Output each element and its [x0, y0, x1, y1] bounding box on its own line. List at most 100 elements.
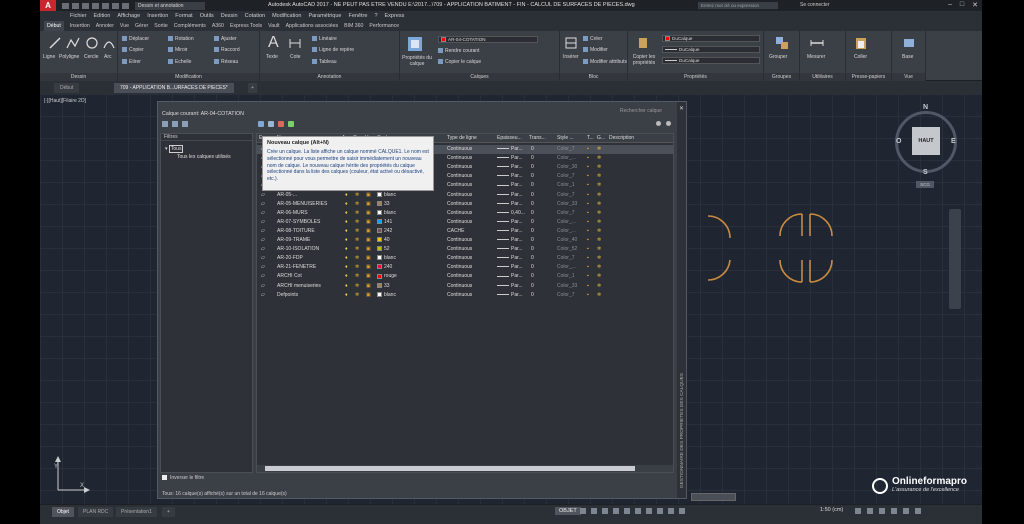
- layer-plot-style[interactable]: Color_7: [557, 255, 575, 261]
- layer-transparency[interactable]: 0: [531, 273, 534, 279]
- menu-parametrique[interactable]: Paramétrique: [308, 13, 341, 19]
- viewcube-face[interactable]: HAUT: [912, 127, 940, 155]
- layer-plot-style[interactable]: Color_7: [557, 173, 575, 179]
- group-icon[interactable]: [775, 36, 789, 50]
- menu-aide[interactable]: ?: [374, 13, 377, 19]
- menu-format[interactable]: Format: [175, 13, 192, 19]
- compass-north[interactable]: N: [923, 104, 928, 111]
- snap-icon[interactable]: [591, 508, 597, 514]
- layer-row[interactable]: ▱ AR-21-FENETRE ♦ ✲ ▣ 240 Continuous Par... 0 Col…: [257, 263, 673, 272]
- cercle-label[interactable]: Cercle: [84, 54, 98, 60]
- layer-row[interactable]: ▱ AR-07-SYMBOLES ♦ ✲ ▣ 141 Continuous Par... 0 Co…: [257, 218, 673, 227]
- layer-lineweight[interactable]: Par...: [497, 273, 523, 279]
- layer-linetype[interactable]: Continuous: [447, 164, 472, 170]
- column-header[interactable]: Description: [609, 135, 634, 141]
- search-input[interactable]: Entrez mot clé ou expression: [698, 2, 778, 9]
- deplacer-tool[interactable]: Déplacer: [122, 36, 149, 42]
- tab-vault[interactable]: Vault: [268, 23, 279, 29]
- copier-tool[interactable]: Copier: [122, 47, 144, 53]
- layer-transparency[interactable]: 0: [531, 246, 534, 252]
- layer-name[interactable]: ARCHI menuiseries: [277, 283, 321, 289]
- plot-icon[interactable]: ▪: [587, 292, 589, 298]
- freeze-sun-icon[interactable]: ✲: [355, 292, 359, 298]
- autocad-logo-icon[interactable]: A: [40, 0, 56, 11]
- menu-fichier[interactable]: Fichier: [70, 13, 87, 19]
- copier-calque-tool[interactable]: Copier le calque: [438, 59, 481, 65]
- layer-states-icon[interactable]: [182, 121, 188, 127]
- layer-transparency[interactable]: 0: [531, 255, 534, 261]
- freeze-sun-icon[interactable]: ✲: [355, 192, 359, 198]
- layer-transparency[interactable]: 0: [531, 210, 534, 216]
- layer-lineweight[interactable]: Par...: [497, 246, 523, 252]
- freeze-sun-icon[interactable]: ✲: [355, 228, 359, 234]
- palette-titlebar[interactable]: ✕ GESTIONNAIRE DES PROPRIETES DES CALQUE…: [677, 102, 686, 498]
- ortho-icon[interactable]: [602, 508, 608, 514]
- layer-color[interactable]: 40: [377, 237, 390, 243]
- new-tab-button[interactable]: +: [248, 83, 257, 93]
- layer-name[interactable]: AR-05-...: [277, 192, 297, 198]
- layer-row[interactable]: ▱ ARCHI Cot ♦ ✲ ▣ rouge Continuous Par... 0 Color…: [257, 272, 673, 281]
- layer-lineweight[interactable]: Par...: [497, 201, 523, 207]
- plot-icon[interactable]: ▪: [587, 182, 589, 188]
- freeze-sun-icon[interactable]: ✲: [355, 283, 359, 289]
- freeze-sun-icon[interactable]: ✲: [355, 219, 359, 225]
- layer-lineweight[interactable]: Par...: [497, 292, 523, 298]
- layer-plot-style[interactable]: Color_1: [557, 273, 575, 279]
- layer-plot-style[interactable]: Color_33: [557, 201, 577, 207]
- layer-name[interactable]: AR-20-FDP: [277, 255, 303, 261]
- new-vp-freeze-icon[interactable]: ✲: [597, 173, 601, 179]
- layer-color[interactable]: 141: [377, 219, 392, 225]
- column-header[interactable]: Trans...: [529, 135, 546, 141]
- layer-row[interactable]: ▱ AR-05-MENUISERIES ♦ ✲ ▣ 33 Continuous Par... 0…: [257, 200, 673, 209]
- layer-lineweight[interactable]: Par...: [497, 219, 523, 225]
- layer-list-scrollbar[interactable]: [257, 465, 673, 472]
- annotation-scale[interactable]: 1:50 (cm): [820, 507, 843, 513]
- layer-lineweight[interactable]: 0,40...: [497, 210, 525, 216]
- line-icon[interactable]: [48, 36, 62, 50]
- linetype-dropdown[interactable]: DuCalque: [662, 57, 760, 64]
- polyligne-label[interactable]: Polyligne: [59, 54, 79, 60]
- layer-name[interactable]: AR-10-ISOLATION: [277, 246, 319, 252]
- compass-east[interactable]: E: [951, 138, 956, 145]
- panel-dessin-title[interactable]: Dessin: [40, 73, 117, 81]
- units-icon[interactable]: [867, 508, 873, 514]
- grid-icon[interactable]: [580, 508, 586, 514]
- print-icon[interactable]: [102, 2, 109, 9]
- polar-icon[interactable]: [613, 508, 619, 514]
- tab-insertion[interactable]: Insertion: [70, 23, 90, 29]
- layer-linetype[interactable]: Continuous: [447, 264, 472, 270]
- layer-linetype[interactable]: Continuous: [447, 219, 472, 225]
- new-vp-freeze-icon[interactable]: ✲: [597, 164, 601, 170]
- isolate-icon[interactable]: [879, 508, 885, 514]
- annotation-icon[interactable]: [679, 508, 685, 514]
- layer-status-icon[interactable]: ▱: [261, 201, 265, 207]
- tab-bim360[interactable]: BIM 360: [344, 23, 363, 29]
- column-header[interactable]: T...: [587, 135, 594, 141]
- layer-plot-style[interactable]: Color_7: [557, 292, 575, 298]
- layer-plot-style[interactable]: Color_1: [557, 182, 575, 188]
- menu-outils[interactable]: Outils: [200, 13, 214, 19]
- match-properties-icon[interactable]: [636, 36, 650, 50]
- panel-modification-title[interactable]: Modification: [118, 73, 259, 81]
- layer-transparency[interactable]: 0: [531, 155, 534, 161]
- lock-icon[interactable]: ▣: [366, 237, 371, 243]
- tab-plan-rdc[interactable]: PLAN RDC: [78, 507, 114, 517]
- coller-label[interactable]: Coller: [854, 54, 867, 60]
- insert-block-icon[interactable]: [564, 36, 578, 50]
- tab-debut[interactable]: Début: [44, 21, 64, 31]
- lightbulb-icon[interactable]: ♦: [345, 264, 348, 270]
- refresh-icon[interactable]: [656, 121, 661, 126]
- ucs-dropdown[interactable]: SCG: [916, 181, 934, 188]
- layer-color[interactable]: rouge: [377, 273, 397, 279]
- menu-affichage[interactable]: Affichage: [117, 13, 140, 19]
- command-line[interactable]: [691, 493, 736, 501]
- tab-express-tools[interactable]: Express Tools: [230, 23, 262, 29]
- base-label[interactable]: Base: [902, 54, 913, 60]
- layer-linetype[interactable]: Continuous: [447, 182, 472, 188]
- layer-linetype[interactable]: Continuous: [447, 237, 472, 243]
- layer-lineweight[interactable]: Par...: [497, 283, 523, 289]
- tab-presentation1[interactable]: Présentation1: [116, 507, 157, 517]
- layer-status-icon[interactable]: ▱: [261, 246, 265, 252]
- layer-linetype[interactable]: Continuous: [447, 255, 472, 261]
- panel-vue-title[interactable]: Vue: [892, 73, 925, 81]
